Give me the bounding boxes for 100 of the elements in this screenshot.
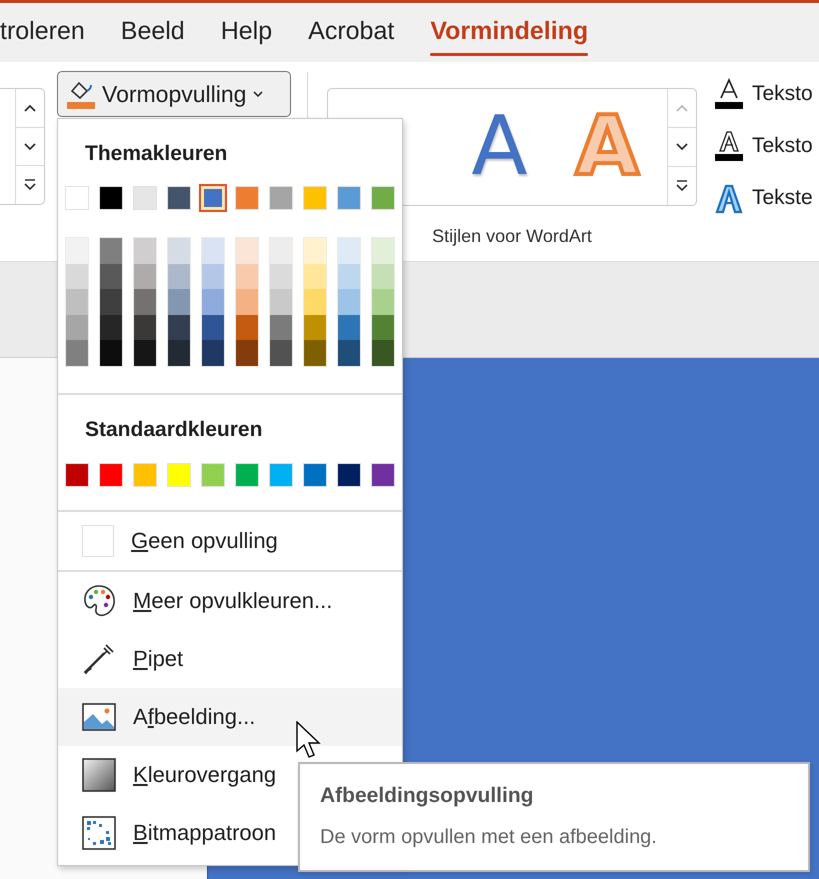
- ribbon-tab[interactable]: Beeld: [120, 13, 185, 52]
- color-swatch[interactable]: [134, 264, 156, 289]
- color-swatch[interactable]: [337, 462, 361, 486]
- picture-icon: [82, 702, 116, 732]
- color-swatch[interactable]: [133, 462, 157, 486]
- color-swatch[interactable]: [235, 186, 259, 210]
- color-swatch[interactable]: [66, 340, 88, 366]
- color-swatch[interactable]: [100, 264, 122, 289]
- color-swatch[interactable]: [65, 462, 89, 486]
- ribbon-tab[interactable]: Acrobat: [308, 13, 394, 52]
- color-swatch[interactable]: [167, 462, 191, 486]
- color-swatch[interactable]: [66, 289, 88, 314]
- color-swatch[interactable]: [202, 289, 224, 314]
- text-option-button[interactable]: Tekste: [714, 180, 813, 215]
- menu-item[interactable]: Afbeelding...: [58, 688, 402, 746]
- color-swatch[interactable]: [236, 340, 258, 366]
- color-swatch[interactable]: [304, 289, 326, 314]
- pattern-icon: [82, 816, 116, 850]
- color-swatch[interactable]: [303, 186, 327, 210]
- caret-icon: [252, 90, 264, 98]
- color-swatch[interactable]: [338, 289, 360, 314]
- color-swatch[interactable]: [338, 314, 360, 340]
- color-swatch[interactable]: [134, 340, 156, 366]
- color-swatch[interactable]: [100, 238, 122, 264]
- palette-icon: [82, 584, 116, 618]
- color-swatch[interactable]: [168, 314, 190, 340]
- color-swatch[interactable]: [372, 289, 394, 314]
- color-swatch[interactable]: [202, 340, 224, 366]
- color-swatch[interactable]: [372, 238, 394, 264]
- color-swatch[interactable]: [236, 314, 258, 340]
- color-swatch[interactable]: [99, 462, 123, 486]
- color-swatch[interactable]: [134, 289, 156, 314]
- color-swatch[interactable]: [304, 238, 326, 264]
- color-swatch[interactable]: [338, 340, 360, 366]
- color-swatch[interactable]: [270, 314, 292, 340]
- color-swatch[interactable]: [168, 238, 190, 264]
- color-swatch[interactable]: [371, 462, 395, 486]
- paint-bucket-icon: [66, 79, 96, 109]
- color-swatch[interactable]: [134, 238, 156, 264]
- color-swatch[interactable]: [337, 186, 361, 210]
- color-swatch[interactable]: [168, 340, 190, 366]
- color-swatch[interactable]: [371, 186, 395, 210]
- color-swatch[interactable]: [270, 289, 292, 314]
- color-swatch[interactable]: [65, 186, 89, 210]
- color-swatch[interactable]: [270, 238, 292, 264]
- ribbon-tab[interactable]: Help: [220, 13, 272, 52]
- color-swatch[interactable]: [167, 186, 191, 210]
- color-swatch[interactable]: [100, 340, 122, 366]
- color-swatch[interactable]: [66, 264, 88, 289]
- more-icon: [675, 180, 689, 192]
- color-swatch[interactable]: [236, 264, 258, 289]
- color-swatch[interactable]: [66, 238, 88, 264]
- color-swatch[interactable]: [269, 186, 293, 210]
- color-swatch[interactable]: [99, 186, 123, 210]
- shape-fill-button[interactable]: Vormopvulling: [57, 71, 291, 117]
- color-swatch[interactable]: [202, 314, 224, 340]
- color-swatch[interactable]: [134, 314, 156, 340]
- color-swatch[interactable]: [236, 238, 258, 264]
- color-swatch[interactable]: [100, 314, 122, 340]
- color-swatch[interactable]: [100, 289, 122, 314]
- eyedropper-icon: [82, 642, 116, 676]
- chevron-down-icon: [23, 142, 37, 152]
- section-heading: Themakleuren: [85, 141, 228, 167]
- empty-swatch-icon: [82, 524, 114, 556]
- menu-item[interactable]: Pipet: [58, 630, 402, 688]
- menu-item[interactable]: Geen opvulling: [58, 512, 402, 570]
- color-swatch[interactable]: [304, 340, 326, 366]
- color-swatch[interactable]: [270, 340, 292, 366]
- color-swatch[interactable]: [202, 264, 224, 289]
- color-swatch[interactable]: [338, 264, 360, 289]
- color-swatch[interactable]: [372, 314, 394, 340]
- color-swatch[interactable]: [372, 340, 394, 366]
- tooltip-description: De vorm opvullen met een afbeelding.: [320, 826, 658, 849]
- text-option-button[interactable]: Teksto: [714, 76, 813, 111]
- text-option-button[interactable]: Teksto: [714, 128, 813, 163]
- color-swatch[interactable]: [269, 462, 293, 486]
- color-swatch[interactable]: [201, 186, 225, 210]
- gradient-icon: [82, 758, 116, 792]
- color-swatch[interactable]: [202, 238, 224, 264]
- chevron-up-icon: [675, 103, 689, 113]
- tooltip-title: Afbeeldingsopvulling: [320, 784, 534, 808]
- color-swatch[interactable]: [201, 462, 225, 486]
- color-swatch[interactable]: [338, 238, 360, 264]
- color-swatch[interactable]: [133, 186, 157, 210]
- color-swatch[interactable]: [304, 314, 326, 340]
- ribbon-tab[interactable]: troleren: [0, 13, 85, 52]
- group-label: Stijlen voor WordArt: [432, 226, 592, 247]
- color-swatch[interactable]: [270, 264, 292, 289]
- color-swatch[interactable]: [235, 462, 259, 486]
- color-swatch[interactable]: [372, 264, 394, 289]
- color-swatch[interactable]: [303, 462, 327, 486]
- color-swatch[interactable]: [168, 289, 190, 314]
- more-icon: [23, 179, 37, 192]
- text-fill-icon: [714, 78, 744, 110]
- menu-item[interactable]: Meer opvulkleuren...: [58, 572, 402, 630]
- color-swatch[interactable]: [236, 289, 258, 314]
- color-swatch[interactable]: [168, 264, 190, 289]
- color-swatch[interactable]: [66, 314, 88, 340]
- color-swatch[interactable]: [304, 264, 326, 289]
- wordart-sample[interactable]: A: [471, 106, 528, 188]
